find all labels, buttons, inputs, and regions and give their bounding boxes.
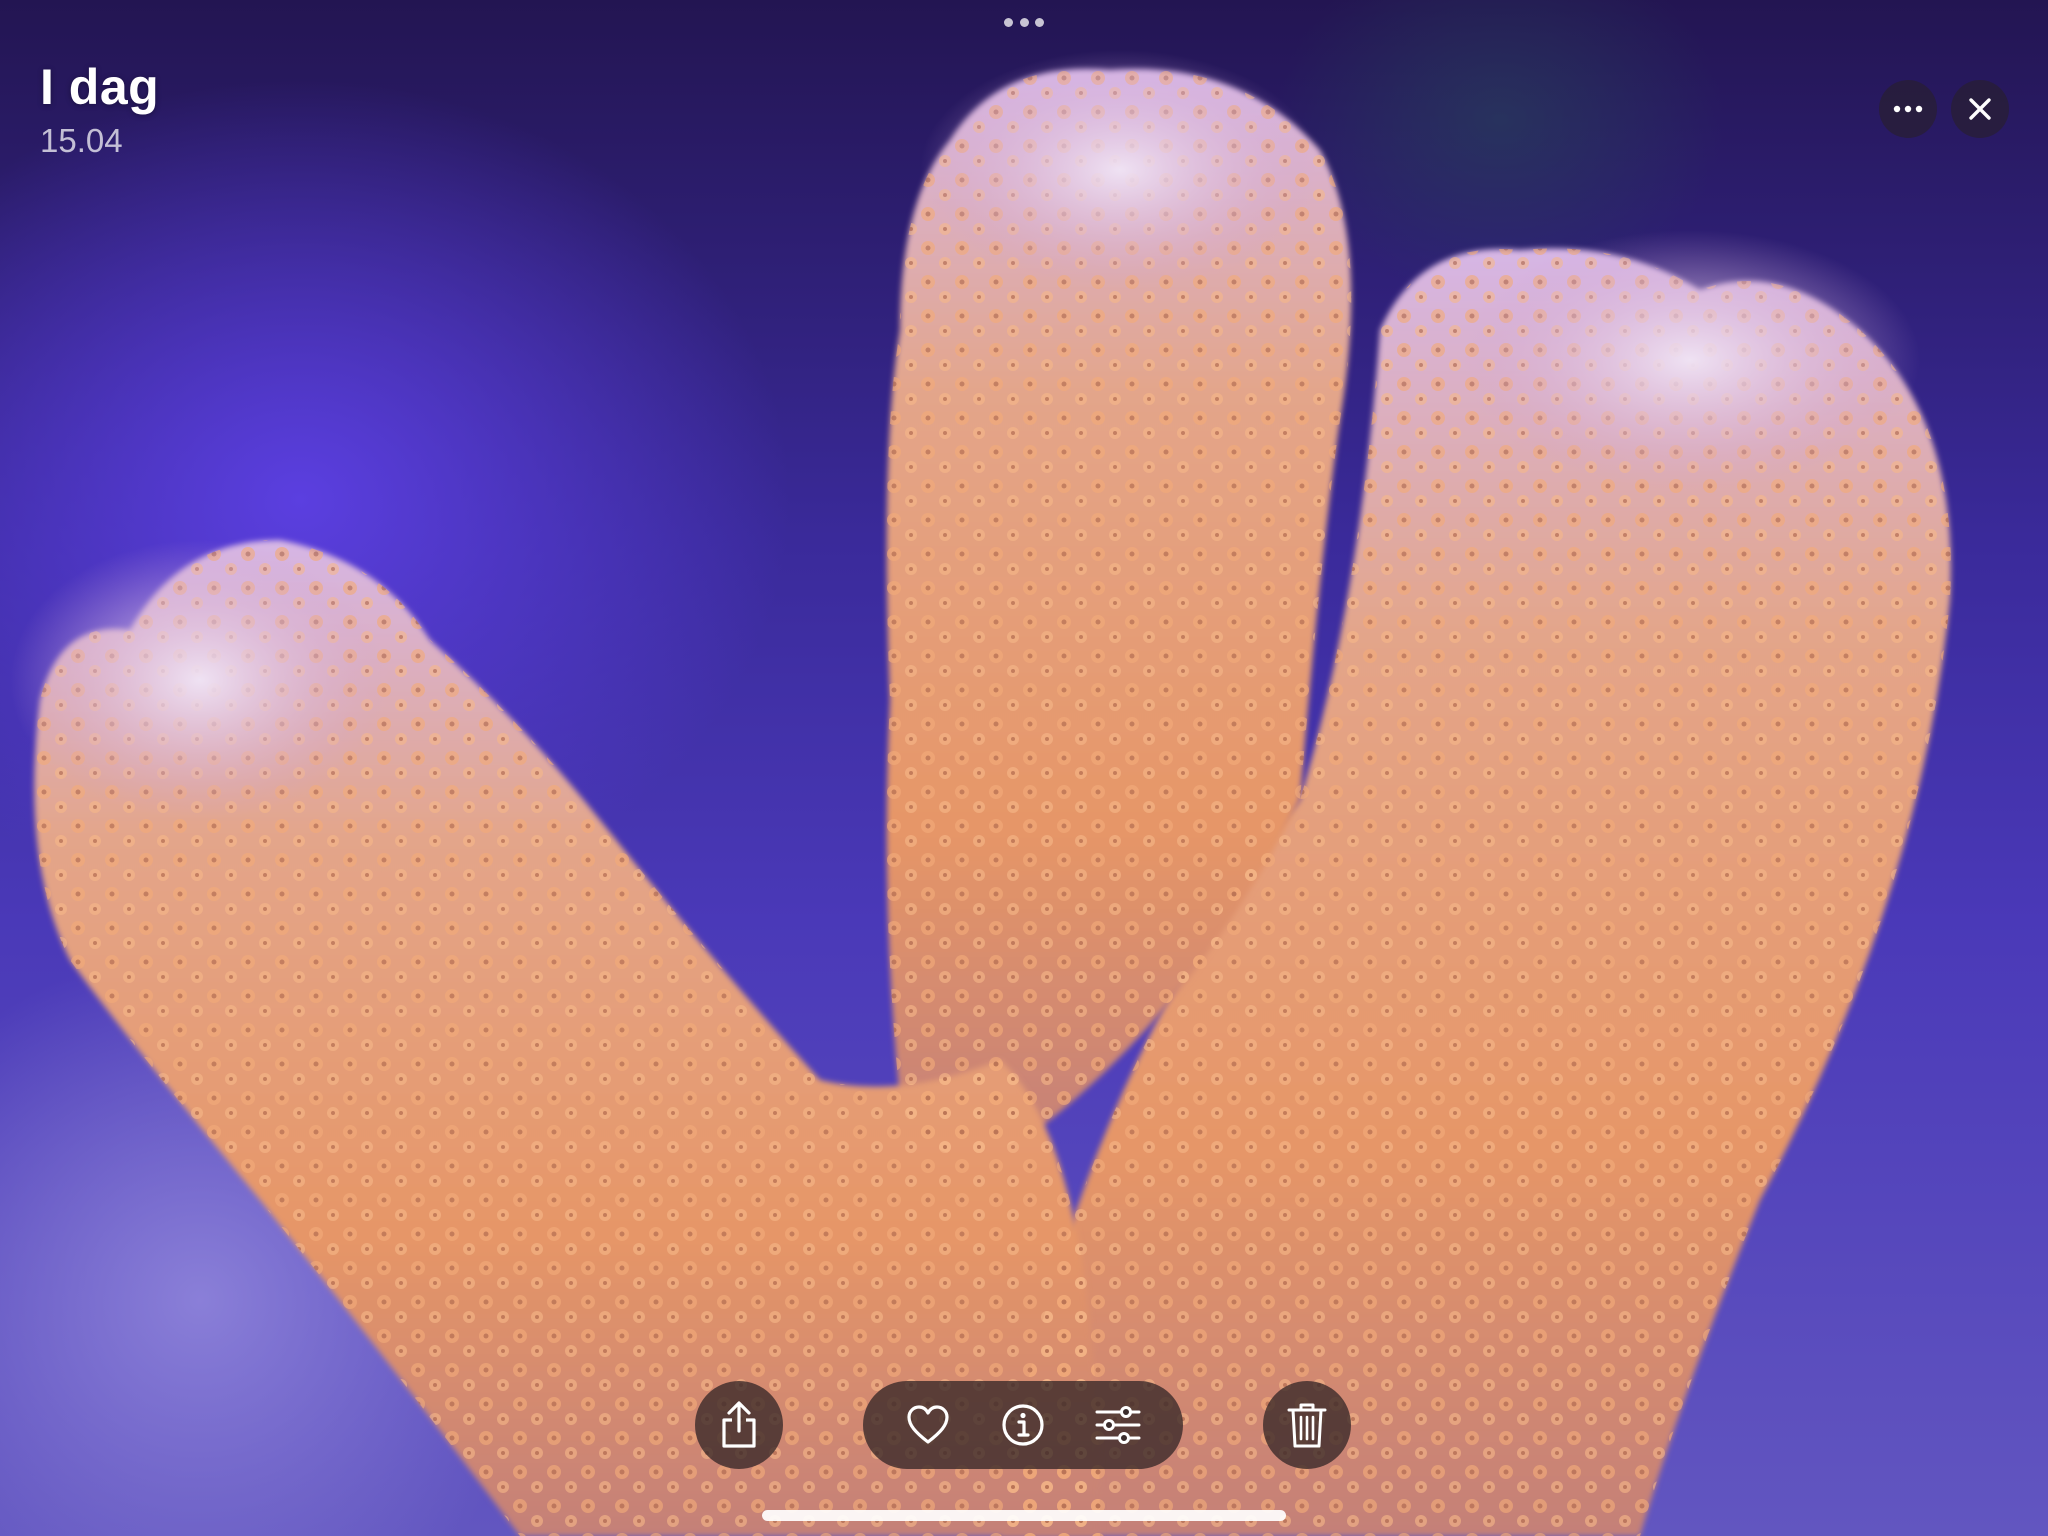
info-icon <box>1002 1404 1044 1446</box>
delete-button[interactable] <box>1263 1381 1351 1469</box>
dot <box>1004 17 1013 27</box>
coral-photo <box>10 50 1951 1536</box>
dot <box>1035 17 1044 27</box>
photo-date: 15.04 <box>40 122 123 159</box>
photo-header: I dag 15.04 <box>40 58 159 160</box>
favorite-button[interactable] <box>893 1390 963 1460</box>
dot <box>1019 17 1029 27</box>
share-button[interactable] <box>695 1381 783 1469</box>
sliders-icon <box>1095 1406 1141 1444</box>
ellipsis-handle-icon[interactable] <box>1004 17 1044 27</box>
ellipsis-icon <box>1893 105 1923 113</box>
heart-icon <box>907 1405 949 1444</box>
page-title: I dag <box>40 59 160 115</box>
photo-toolbar <box>863 1381 1183 1469</box>
share-icon <box>722 1401 756 1448</box>
edit-button[interactable] <box>1083 1390 1153 1460</box>
photo-view[interactable] <box>0 0 2048 1536</box>
trash-icon <box>1287 1403 1327 1448</box>
more-button[interactable] <box>1879 80 1937 138</box>
close-icon <box>1969 98 1991 120</box>
close-button[interactable] <box>1951 80 2009 138</box>
home-indicator[interactable] <box>762 1510 1286 1521</box>
info-button[interactable] <box>988 1390 1058 1460</box>
